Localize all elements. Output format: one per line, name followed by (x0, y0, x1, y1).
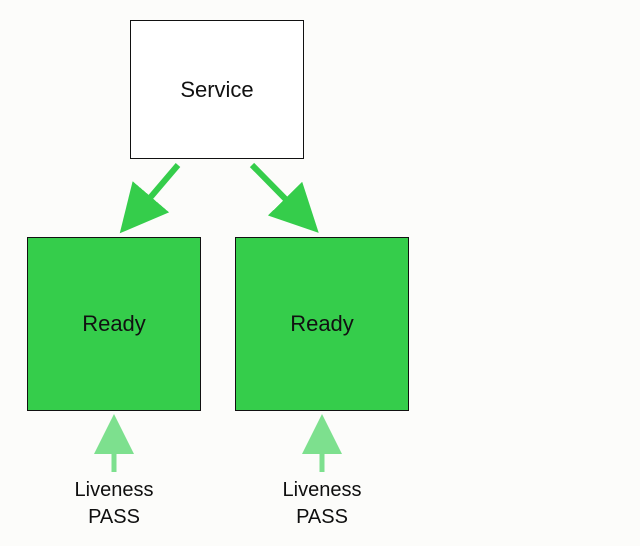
service-label: Service (180, 77, 253, 103)
arrow-service-to-pod1 (126, 165, 178, 226)
liveness-status-2: PASS (296, 506, 348, 528)
liveness-caption-2: Liveness PASS (252, 477, 392, 531)
service-box: Service (130, 20, 304, 159)
liveness-caption-1: Liveness PASS (44, 477, 184, 531)
liveness-status-1: PASS (88, 506, 140, 528)
arrow-service-to-pod2 (252, 165, 312, 226)
liveness-label-1: Liveness (75, 479, 154, 501)
liveness-label-2: Liveness (283, 479, 362, 501)
pod-box-1: Ready (27, 237, 201, 411)
pod-1-state: Ready (82, 311, 146, 337)
pod-box-2: Ready (235, 237, 409, 411)
pod-2-state: Ready (290, 311, 354, 337)
